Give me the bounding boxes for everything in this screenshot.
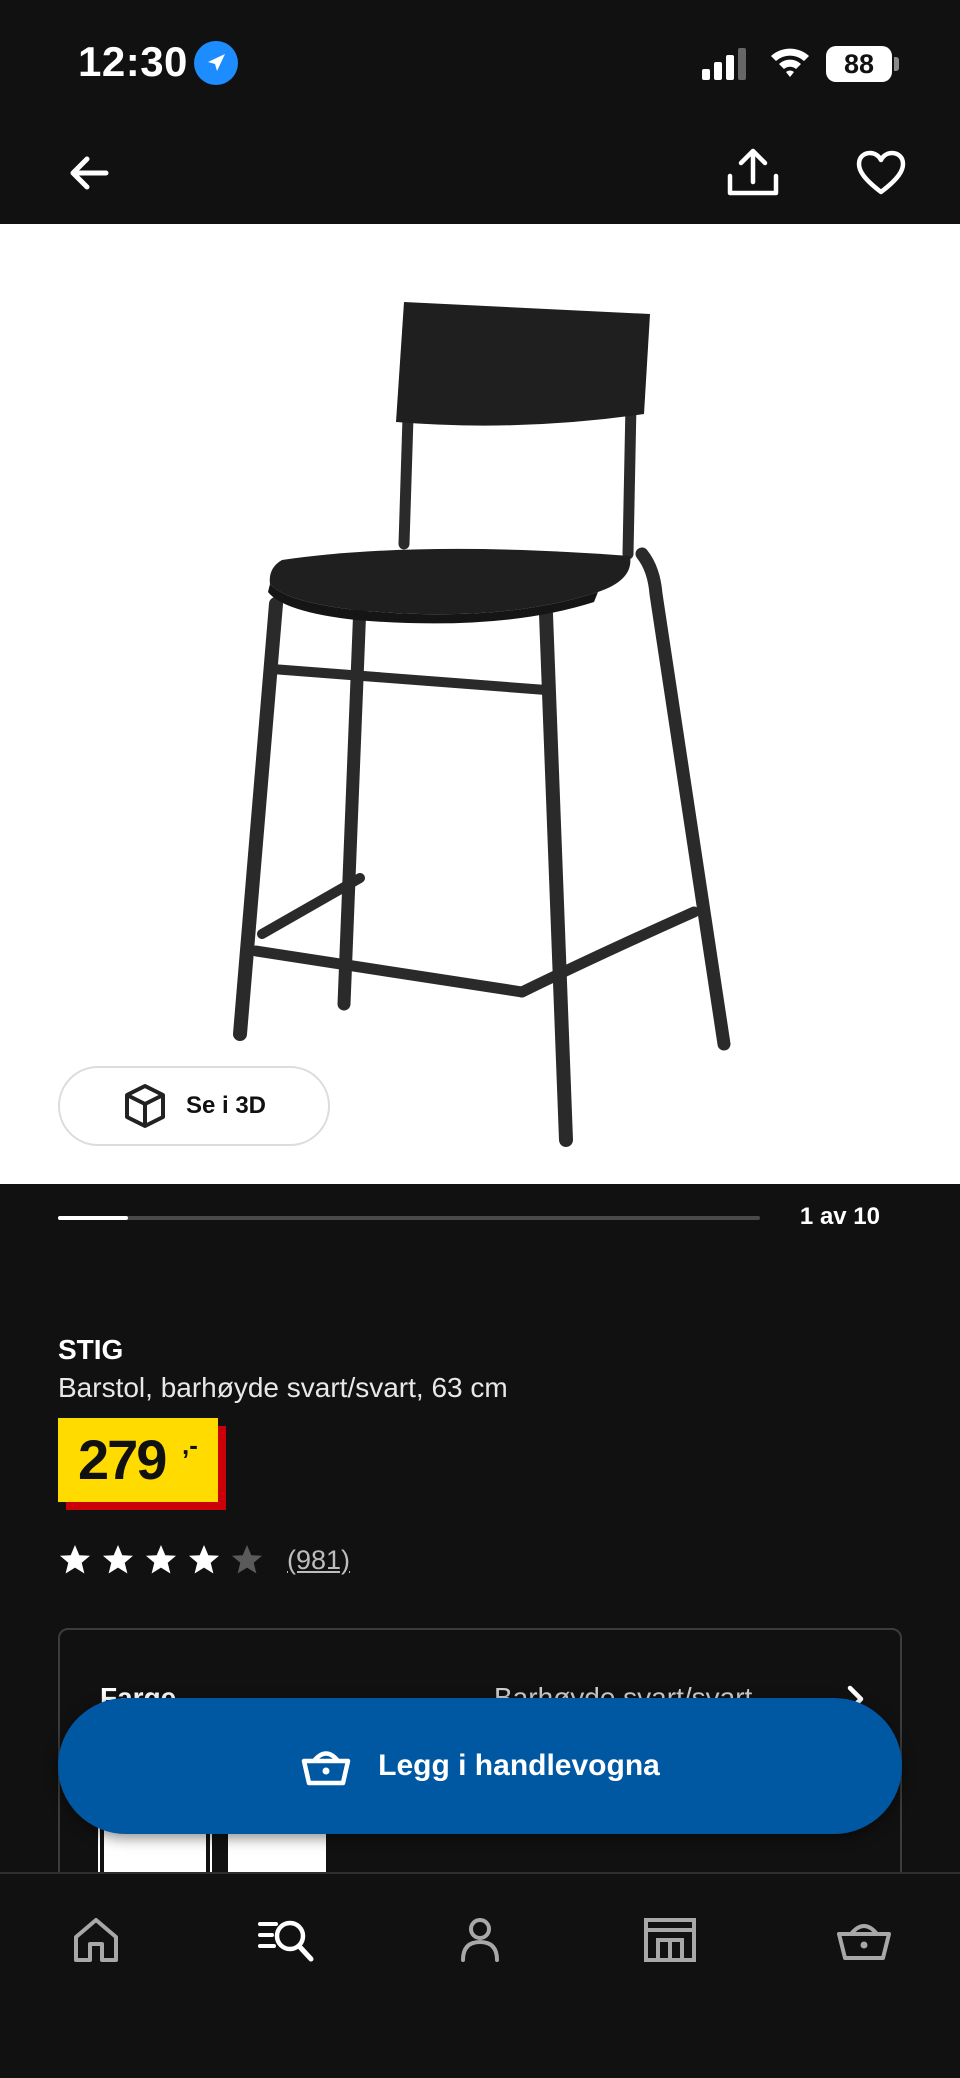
tab-profile[interactable] (450, 1910, 510, 1970)
location-arrow-icon (194, 41, 238, 85)
basket-icon (301, 1751, 351, 1786)
cube-icon (124, 1084, 165, 1128)
tab-store[interactable] (640, 1910, 700, 1970)
arrow-left-icon (70, 156, 109, 190)
rating[interactable]: (981) (58, 1540, 350, 1580)
search-list-icon (258, 1920, 314, 1962)
product-name: STIG (58, 1334, 124, 1365)
battery-icon: 88 (826, 46, 899, 82)
gallery-counter: 1 av 10 (799, 1203, 880, 1230)
share-icon (727, 148, 779, 196)
review-count-link[interactable]: (981) (287, 1545, 350, 1576)
price-value: 279 (78, 1428, 167, 1491)
product-image[interactable]: Se i 3D (0, 224, 960, 1184)
product-description: Barstol, barhøyde svart/svart, 63 cm (58, 1372, 508, 1403)
share-button[interactable] (724, 144, 782, 202)
star-empty-icon (232, 1545, 262, 1574)
person-icon (461, 1918, 499, 1962)
basket-icon (837, 1924, 891, 1960)
see-in-3d-label: Se i 3D (185, 1092, 267, 1119)
tab-cart[interactable] (834, 1910, 894, 1970)
price-tag: 279 ,- (58, 1418, 226, 1510)
home-icon (74, 1918, 118, 1962)
star-filled-icon (146, 1545, 176, 1574)
store-icon (644, 1918, 696, 1962)
tab-home[interactable] (66, 1910, 126, 1970)
price-suffix: ,- (182, 1430, 198, 1460)
status-bar: 12:30 88 (0, 0, 960, 130)
gallery-progress-fill (58, 1216, 129, 1220)
bar-stool-image (233, 302, 731, 1147)
star-filled-icon (60, 1545, 90, 1574)
add-to-cart-label: Legg i handlevogna (378, 1749, 660, 1782)
rating-stars (58, 1543, 273, 1577)
gallery-progress (58, 1216, 760, 1220)
star-filled-icon (103, 1545, 133, 1574)
wifi-icon (768, 44, 812, 80)
battery-level: 88 (826, 46, 892, 82)
heart-icon (856, 150, 906, 195)
cellular-signal-icon (700, 48, 750, 80)
bottom-tab-bar (0, 1872, 960, 2078)
top-nav (0, 130, 960, 224)
back-button[interactable] (64, 148, 114, 198)
status-time: 12:30 (78, 38, 188, 85)
see-in-3d-button[interactable]: Se i 3D (58, 1066, 330, 1146)
favorite-button[interactable] (854, 146, 908, 200)
star-filled-icon (189, 1545, 219, 1574)
tab-search[interactable] (256, 1910, 316, 1970)
add-to-cart-button[interactable]: Legg i handlevogna (58, 1698, 902, 1834)
